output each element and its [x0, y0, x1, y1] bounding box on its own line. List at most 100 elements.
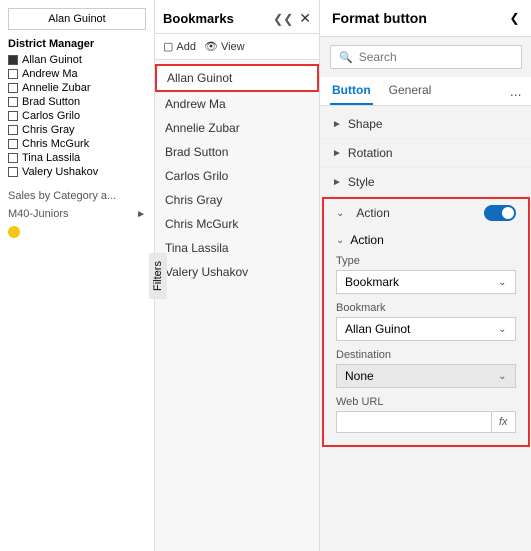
- bookmark-dropdown-arrow-icon: ⌄: [498, 324, 506, 335]
- shape-chevron-icon: ►: [332, 119, 342, 130]
- m40-row[interactable]: M40-Juniors ►: [8, 208, 146, 220]
- district-item[interactable]: Chris Gray: [8, 124, 146, 136]
- action-header-left: ⌄ Action: [336, 206, 390, 220]
- checkbox: [8, 167, 18, 177]
- district-item[interactable]: Annelie Zubar: [8, 82, 146, 94]
- search-input[interactable]: [359, 50, 513, 64]
- district-item[interactable]: Chris McGurk: [8, 138, 146, 150]
- weburl-row: fx: [336, 411, 516, 433]
- bookmark-dropdown[interactable]: Allan Guinot ⌄: [336, 317, 516, 341]
- right-header: Format button ❮: [320, 0, 531, 37]
- district-item[interactable]: Valery Ushakov: [8, 166, 146, 178]
- arrow-right-icon: ►: [136, 209, 146, 220]
- checkbox: [8, 139, 18, 149]
- district-item[interactable]: Allan Guinot: [8, 54, 146, 66]
- action-header[interactable]: ⌄ Action: [324, 199, 528, 227]
- district-item[interactable]: Carlos Grilo: [8, 110, 146, 122]
- filters-tab[interactable]: Filters: [149, 253, 167, 299]
- district-name: Annelie Zubar: [22, 82, 91, 94]
- checkbox: [8, 55, 18, 65]
- district-list: Allan Guinot Andrew Ma Annelie Zubar Brad S…: [8, 54, 146, 178]
- view-label: View: [221, 41, 245, 53]
- add-label: Add: [176, 41, 196, 53]
- action-label: Action: [356, 206, 389, 220]
- style-label: Style: [348, 175, 375, 189]
- type-field-label: Type: [336, 255, 516, 267]
- view-icon: 👁: [204, 40, 218, 53]
- bookmarks-header: Bookmarks ❮❮ ✕: [155, 0, 319, 34]
- expand-icon[interactable]: ❮❮: [273, 12, 293, 26]
- tab-more-icon[interactable]: ...: [510, 83, 522, 99]
- search-icon: 🔍: [339, 51, 353, 64]
- section-shape[interactable]: ► Shape: [320, 110, 531, 139]
- destination-value: None: [345, 369, 374, 383]
- view-bookmark-button[interactable]: 👁 View: [204, 40, 245, 53]
- right-panel: Format button ❮ 🔍 Button General ... ► S…: [320, 0, 531, 551]
- fx-button[interactable]: fx: [492, 411, 516, 433]
- district-item[interactable]: Tina Lassila: [8, 152, 146, 164]
- rotation-chevron-icon: ►: [332, 148, 342, 159]
- add-bookmark-button[interactable]: ▢ Add: [163, 40, 196, 53]
- right-title: Format button: [332, 10, 427, 26]
- bookmark-item[interactable]: Brad Sutton: [155, 140, 319, 164]
- district-name: Valery Ushakov: [22, 166, 98, 178]
- bookmark-item[interactable]: Tina Lassila: [155, 236, 319, 260]
- district-name: Carlos Grilo: [22, 110, 80, 122]
- sub-action-label: Action: [350, 233, 383, 247]
- add-icon: ▢: [163, 40, 173, 53]
- bookmarks-list: Allan GuinotAndrew MaAnnelie ZubarBrad S…: [155, 60, 319, 288]
- shape-label: Shape: [348, 117, 383, 131]
- pin-icon[interactable]: ❮: [510, 11, 520, 25]
- type-dropdown-arrow-icon: ⌄: [498, 277, 506, 288]
- right-header-icons: ❮: [510, 11, 520, 25]
- bookmark-item[interactable]: Valery Ushakov: [155, 260, 319, 284]
- m40-label: M40-Juniors: [8, 208, 69, 220]
- destination-dropdown[interactable]: None ⌄: [336, 364, 516, 388]
- close-icon[interactable]: ✕: [299, 10, 311, 27]
- district-name: Andrew Ma: [22, 68, 78, 80]
- tabs-row: Button General ...: [320, 77, 531, 106]
- bookmark-field-label: Bookmark: [336, 302, 516, 314]
- bookmark-item[interactable]: Carlos Grilo: [155, 164, 319, 188]
- bookmarks-title: Bookmarks: [163, 11, 234, 26]
- type-value: Bookmark: [345, 275, 399, 289]
- checkbox: [8, 125, 18, 135]
- yellow-circle: [8, 226, 20, 238]
- action-section: ⌄ Action ⌄ Action Type Bookmark ⌄ Bookma…: [322, 197, 530, 447]
- bookmark-value: Allan Guinot: [345, 322, 410, 336]
- tab-general[interactable]: General: [387, 77, 434, 105]
- action-body: ⌄ Action Type Bookmark ⌄ Bookmark Allan …: [324, 227, 528, 445]
- checkbox: [8, 83, 18, 93]
- left-bottom: Sales by Category a... M40-Juniors ►: [8, 190, 146, 238]
- bookmark-item[interactable]: Chris McGurk: [155, 212, 319, 236]
- sub-action-chevron-icon: ⌄: [336, 235, 344, 246]
- weburl-input[interactable]: [336, 411, 492, 433]
- tab-button[interactable]: Button: [330, 77, 373, 105]
- checkbox: [8, 153, 18, 163]
- district-box[interactable]: Alan Guinot: [8, 8, 146, 30]
- district-name: Chris Gray: [22, 124, 75, 136]
- action-expand-icon: ⌄: [336, 208, 344, 219]
- bk-actions: ▢ Add 👁 View: [155, 34, 319, 60]
- district-label: District Manager: [8, 38, 146, 50]
- district-item[interactable]: Andrew Ma: [8, 68, 146, 80]
- sub-action-row[interactable]: ⌄ Action: [336, 233, 516, 247]
- checkbox: [8, 111, 18, 121]
- rotation-label: Rotation: [348, 146, 393, 160]
- weburl-field-label: Web URL: [336, 396, 516, 408]
- destination-dropdown-arrow-icon: ⌄: [498, 371, 506, 382]
- section-style[interactable]: ► Style: [320, 168, 531, 197]
- section-rotation[interactable]: ► Rotation: [320, 139, 531, 168]
- bookmark-item[interactable]: Chris Gray: [155, 188, 319, 212]
- bookmark-item[interactable]: Allan Guinot: [155, 64, 319, 92]
- district-name: Brad Sutton: [22, 96, 80, 108]
- district-name: Chris McGurk: [22, 138, 89, 150]
- search-box: 🔍: [330, 45, 522, 69]
- bookmark-item[interactable]: Andrew Ma: [155, 92, 319, 116]
- action-toggle[interactable]: [484, 205, 516, 221]
- checkbox: [8, 97, 18, 107]
- type-dropdown[interactable]: Bookmark ⌄: [336, 270, 516, 294]
- bookmark-item[interactable]: Annelie Zubar: [155, 116, 319, 140]
- left-panel: Alan Guinot District Manager Allan Guino…: [0, 0, 155, 551]
- district-item[interactable]: Brad Sutton: [8, 96, 146, 108]
